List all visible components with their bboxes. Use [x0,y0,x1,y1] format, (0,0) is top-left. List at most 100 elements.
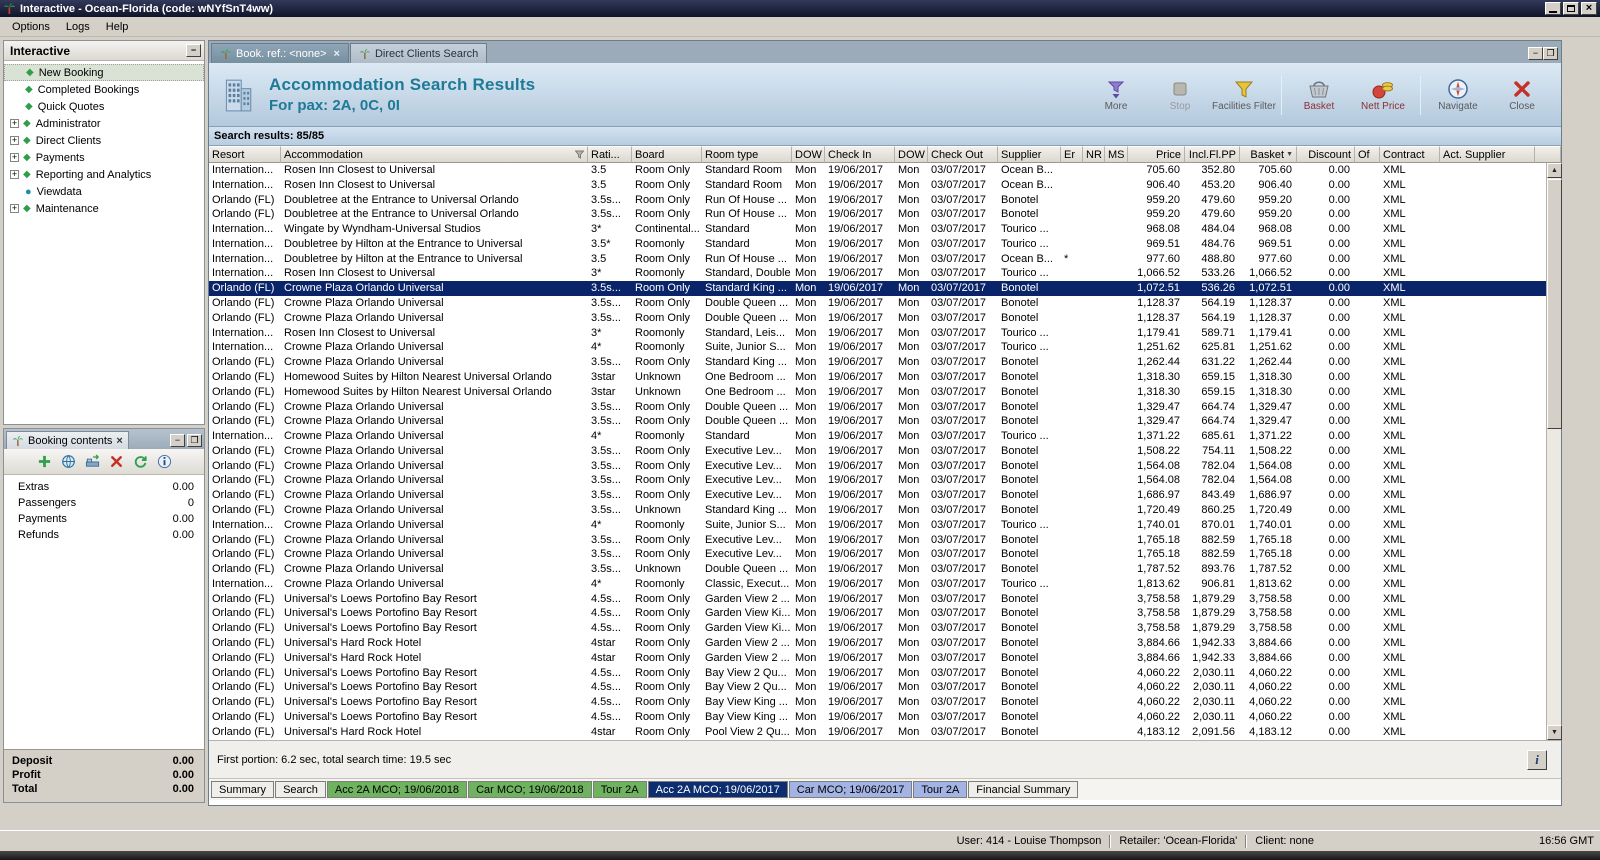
sidebar-item-administrator[interactable]: +◆Administrator [4,115,204,132]
table-row[interactable]: Orlando (FL)Crowne Plaza Orlando Univers… [209,400,1561,415]
column-header-supplier[interactable]: Supplier [998,146,1061,163]
sidebar-item-maintenance[interactable]: +◆Maintenance [4,200,204,217]
table-row[interactable]: Orlando (FL)Crowne Plaza Orlando Univers… [209,355,1561,370]
booking-contents-tab[interactable]: Booking contents × [6,431,129,449]
column-header-dow[interactable]: DOW [895,146,928,163]
table-row[interactable]: Orlando (FL)Crowne Plaza Orlando Univers… [209,488,1561,503]
booking-contents-close-icon[interactable]: × [116,435,122,447]
column-header-contract[interactable]: Contract [1380,146,1440,163]
table-row[interactable]: Orlando (FL)Universal's Loews Portofino … [209,621,1561,636]
column-header-room-type[interactable]: Room type [702,146,792,163]
table-row[interactable]: Internation...Doubletree by Hilton at th… [209,252,1561,267]
table-row[interactable]: Orlando (FL)Crowne Plaza Orlando Univers… [209,311,1561,326]
table-row[interactable]: Orlando (FL)Crowne Plaza Orlando Univers… [209,503,1561,518]
bottom-tab-acc-2a-mco-19-06-2018[interactable]: Acc 2A MCO; 19/06/2018 [327,781,467,798]
column-header-ms[interactable]: MS [1105,146,1128,163]
table-row[interactable]: Internation...Rosen Inn Closest to Unive… [209,163,1561,178]
expand-icon[interactable]: + [10,136,19,145]
child-minimize-button[interactable]: − [1528,47,1543,60]
scrollbar-thumb[interactable] [1547,179,1562,429]
scroll-down-icon[interactable]: ▼ [1547,725,1562,740]
column-header-dow[interactable]: DOW [792,146,825,163]
table-row[interactable]: Orlando (FL)Homewood Suites by Hilton Ne… [209,370,1561,385]
info-button[interactable]: i [1527,750,1547,770]
close-window-button[interactable]: × [1581,2,1597,15]
table-row[interactable]: Orlando (FL)Crowne Plaza Orlando Univers… [209,562,1561,577]
bottom-tab-car-mco-19-06-2017[interactable]: Car MCO; 19/06/2017 [789,781,913,798]
sidebar-item-new-booking[interactable]: ◆New Booking [4,64,204,81]
table-row[interactable]: Internation...Crowne Plaza Orlando Unive… [209,340,1561,355]
nett-price-button[interactable]: Nett Price [1354,75,1412,115]
expand-icon[interactable]: + [10,153,19,162]
info-icon[interactable] [157,454,172,469]
table-row[interactable]: Internation...Crowne Plaza Orlando Unive… [209,577,1561,592]
column-header-resort[interactable]: Resort [209,146,281,163]
minimize-button[interactable] [1545,2,1561,15]
navigate-button[interactable]: Navigate [1429,75,1487,115]
table-row[interactable]: Orlando (FL)Universal's Loews Portofino … [209,695,1561,710]
booking-minimize-button[interactable]: − [170,434,185,447]
close-button[interactable]: Close [1493,75,1551,115]
child-restore-button[interactable]: ❐ [1543,47,1558,60]
globe-icon[interactable] [61,454,76,469]
table-row[interactable]: Orlando (FL)Crowne Plaza Orlando Univers… [209,281,1561,296]
table-row[interactable]: Orlando (FL)Universal's Hard Rock Hotel4… [209,725,1561,740]
collapse-panel-button[interactable]: − [186,44,201,57]
bottom-tab-search[interactable]: Search [275,781,326,798]
more-button[interactable]: More [1087,75,1145,115]
sidebar-item-reporting-and-analytics[interactable]: +◆Reporting and Analytics [4,166,204,183]
assign-accommodation-icon[interactable] [85,454,100,469]
expand-icon[interactable]: + [10,119,19,128]
bottom-tab-tour-2a[interactable]: Tour 2A [593,781,647,798]
table-row[interactable]: Orlando (FL)Crowne Plaza Orlando Univers… [209,444,1561,459]
tab-direct-clients-search[interactable]: Direct Clients Search [350,43,487,63]
sidebar-item-completed-bookings[interactable]: ◆Completed Bookings [4,81,204,98]
table-row[interactable]: Orlando (FL)Doubletree at the Entrance t… [209,193,1561,208]
column-header-act-supplier[interactable]: Act. Supplier [1440,146,1535,163]
menu-logs[interactable]: Logs [58,19,98,35]
table-row[interactable]: Orlando (FL)Universal's Hard Rock Hotel4… [209,636,1561,651]
column-header-board[interactable]: Board [632,146,702,163]
sidebar-item-viewdata[interactable]: ●Viewdata [4,183,204,200]
table-row[interactable]: Orlando (FL)Universal's Loews Portofino … [209,710,1561,725]
column-header-of[interactable]: Of [1355,146,1380,163]
add-icon[interactable] [37,454,52,469]
column-header-accommodation[interactable]: Accommodation [281,146,588,163]
table-row[interactable]: Internation...Rosen Inn Closest to Unive… [209,178,1561,193]
column-header-discount[interactable]: Discount [1297,146,1355,163]
sidebar-item-quick-quotes[interactable]: ◆Quick Quotes [4,98,204,115]
column-header-check-out[interactable]: Check Out [928,146,998,163]
table-row[interactable]: Orlando (FL)Universal's Loews Portofino … [209,592,1561,607]
filter-funnel-icon[interactable] [575,150,584,159]
column-header-basket[interactable]: Basket▼ [1240,146,1297,163]
column-header-er[interactable]: Er [1061,146,1083,163]
table-row[interactable]: Orlando (FL)Universal's Loews Portofino … [209,666,1561,681]
sidebar-item-direct-clients[interactable]: +◆Direct Clients [4,132,204,149]
maximize-button[interactable] [1563,2,1579,15]
column-header-rati[interactable]: Rati... [588,146,632,163]
bottom-tab-financial-summary[interactable]: Financial Summary [968,781,1078,798]
table-row[interactable]: Internation...Crowne Plaza Orlando Unive… [209,429,1561,444]
column-header-price[interactable]: Price [1128,146,1185,163]
table-row[interactable]: Orlando (FL)Crowne Plaza Orlando Univers… [209,414,1561,429]
table-row[interactable]: Orlando (FL)Universal's Hard Rock Hotel4… [209,651,1561,666]
tab-close-icon[interactable]: × [334,48,340,60]
refresh-icon[interactable] [133,454,148,469]
basket-button[interactable]: Basket [1290,75,1348,115]
table-row[interactable]: Orlando (FL)Crowne Plaza Orlando Univers… [209,473,1561,488]
vertical-scrollbar[interactable]: ▲ ▼ [1546,163,1561,740]
table-row[interactable]: Orlando (FL)Universal's Loews Portofino … [209,680,1561,695]
bottom-tab-car-mco-19-06-2018[interactable]: Car MCO; 19/06/2018 [468,781,592,798]
expand-icon[interactable]: + [10,204,19,213]
expand-icon[interactable]: + [10,170,19,179]
menu-help[interactable]: Help [98,19,137,35]
table-row[interactable]: Internation...Rosen Inn Closest to Unive… [209,326,1561,341]
menu-options[interactable]: Options [4,19,58,35]
table-row[interactable]: Orlando (FL)Crowne Plaza Orlando Univers… [209,547,1561,562]
table-row[interactable]: Internation...Doubletree by Hilton at th… [209,237,1561,252]
delete-icon[interactable] [109,454,124,469]
bottom-tab-acc-2a-mco-19-06-2017[interactable]: Acc 2A MCO; 19/06/2017 [648,781,788,798]
table-row[interactable]: Orlando (FL)Crowne Plaza Orlando Univers… [209,533,1561,548]
table-row[interactable]: Internation...Rosen Inn Closest to Unive… [209,266,1561,281]
table-row[interactable]: Orlando (FL)Doubletree at the Entrance t… [209,207,1561,222]
